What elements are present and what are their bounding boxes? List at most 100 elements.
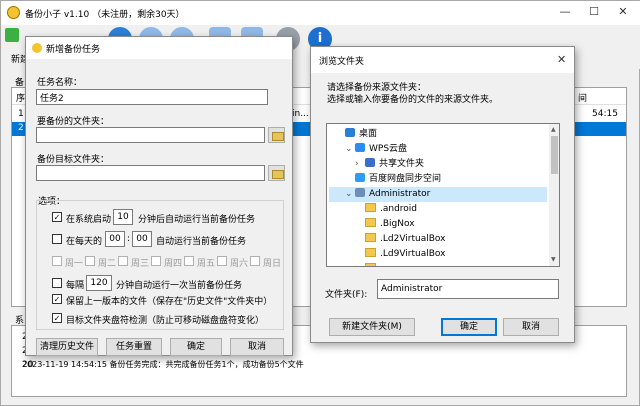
daily-checkbox[interactable]: [52, 234, 62, 244]
clear-history-button[interactable]: 清理历史文件: [36, 338, 98, 356]
minimize-icon[interactable]: —: [557, 5, 573, 19]
source-folder-label: 要备份的文件夹：: [37, 117, 110, 127]
tree-item[interactable]: .android: [329, 202, 547, 217]
tree-item-label: .ssm: [380, 264, 401, 266]
tree-item[interactable]: ⌄ WPS云盘: [329, 142, 547, 157]
tree-item[interactable]: ⌄ Administrator: [329, 187, 547, 202]
table-row-path[interactable]: in...: [292, 109, 309, 119]
daily-time-sep: :: [127, 234, 131, 244]
task-ok-button[interactable]: 确定: [170, 338, 222, 356]
folder-path-input[interactable]: [377, 279, 559, 299]
main-titlebar: 备份小子 v1.10 （未注册，剩余30天） — ☐ ✕: [1, 1, 640, 25]
tree-item-label: .Ld2VirtualBox: [380, 234, 446, 244]
weekday-checkbox[interactable]: [250, 256, 260, 266]
task-cancel-button[interactable]: 取消: [230, 338, 284, 356]
maximize-icon[interactable]: ☐: [586, 5, 602, 19]
weekday-checkbox[interactable]: [184, 256, 194, 266]
target-folder-input[interactable]: [36, 165, 265, 181]
tree-item-label: .BigNox: [380, 219, 415, 229]
dialog-app-icon: [32, 43, 42, 53]
daily-minute-input[interactable]: [132, 231, 152, 247]
daily-label-post: 自动运行当前备份任务: [156, 237, 247, 247]
weekday-checkbox[interactable]: [217, 256, 227, 266]
task-name-input[interactable]: [36, 89, 268, 105]
tree-item-label: .Ld9VirtualBox: [380, 249, 446, 259]
new-folder-button[interactable]: 新建文件夹(M): [329, 318, 415, 336]
target-browse-folder-icon[interactable]: [268, 165, 285, 181]
browse-folder-dialog: 浏览文件夹 ✕ 请选择备份来源文件夹： 选择或输入你要备份的文件的来源文件夹。 …: [310, 46, 575, 343]
weekday-label: 周日: [263, 259, 282, 269]
folder-icon: [365, 233, 376, 242]
folder-icon: [365, 218, 376, 227]
tree-item[interactable]: .Ld9VirtualBox: [329, 247, 547, 262]
drive-check-checkbox[interactable]: ✓: [52, 313, 62, 323]
scroll-down-icon[interactable]: ▼: [551, 256, 556, 263]
cloud-icon: [355, 143, 365, 152]
task-name-label: 任务名称：: [37, 78, 83, 88]
tree-item-label: .android: [380, 204, 418, 214]
tree-item[interactable]: .Ld2VirtualBox: [329, 232, 547, 247]
browse-instruction-2: 选择或输入你要备份的文件的来源文件夹。: [327, 95, 499, 105]
interval-label-pre: 每隔: [66, 281, 85, 291]
folder-field-label: 文件夹(F):: [325, 290, 368, 300]
table-row-time[interactable]: 54:15: [592, 109, 618, 119]
weekday-checkbox[interactable]: [85, 256, 95, 266]
expand-chevron-icon[interactable]: ›: [355, 157, 365, 172]
new-task-dialog: 新增备份任务 任务名称： 要备份的文件夹： 备份目标文件夹： 选项： ✓ 在系统…: [25, 36, 293, 356]
weekday-label: 周四: [164, 259, 183, 269]
drive-check-label: 目标文件夹盘符检测（防止可移动磁盘盘符变化）: [66, 316, 265, 326]
new-task-dialog-title: 新增备份任务: [46, 45, 101, 55]
user-icon: [355, 188, 365, 197]
tree-item-label: 百度网盘同步空间: [369, 174, 442, 184]
task-reset-button[interactable]: 任务重置: [106, 338, 162, 356]
tree-item-label: 共享文件夹: [379, 159, 425, 169]
folder-tree[interactable]: 桌面 ⌄ WPS云盘 › 共享文件夹 百度网盘同步空间 ⌄ Administrator .and…: [326, 123, 560, 267]
browse-dialog-titlebar: 浏览文件夹 ✕: [311, 47, 574, 73]
keep-old-label: 保留上一版本的文件（保存在"历史文件"文件夹中）: [66, 297, 273, 307]
expand-chevron-icon[interactable]: ⌄: [345, 142, 355, 157]
startup-label-post: 分钟后自动运行当前备份任务: [138, 215, 256, 225]
weekday-label: 周三: [131, 259, 150, 269]
weekday-checkbox[interactable]: [118, 256, 128, 266]
tree-item-label: WPS云盘: [369, 144, 408, 154]
tree-item[interactable]: 桌面: [329, 127, 547, 142]
interval-minutes-input[interactable]: [86, 275, 112, 291]
source-folder-input[interactable]: [36, 127, 265, 143]
expand-chevron-icon[interactable]: ⌄: [345, 187, 355, 202]
daily-hour-input[interactable]: [105, 231, 125, 247]
startup-minutes-input[interactable]: [113, 209, 133, 225]
new-task-dialog-titlebar: 新增备份任务: [26, 37, 292, 59]
main-title: 备份小子 v1.10 （未注册，剩余30天）: [25, 10, 185, 20]
tree-item[interactable]: 百度网盘同步空间: [329, 172, 547, 187]
folder-icon: [365, 263, 376, 266]
close-icon[interactable]: ✕: [557, 53, 566, 66]
list-col-time: 间: [578, 94, 588, 104]
browse-cancel-button[interactable]: 取消: [503, 318, 559, 336]
weekday-checkbox[interactable]: [52, 256, 62, 266]
weekday-label: 周二: [98, 259, 117, 269]
close-icon[interactable]: ✕: [615, 5, 631, 19]
browse-dialog-title: 浏览文件夹: [319, 57, 365, 67]
tree-item[interactable]: .ssm: [329, 262, 547, 266]
scroll-thumb[interactable]: [551, 136, 558, 174]
weekday-checkbox[interactable]: [151, 256, 161, 266]
target-folder-label: 备份目标文件夹：: [37, 155, 110, 165]
table-row-num[interactable]: 1: [18, 109, 24, 119]
browse-ok-button[interactable]: 确定: [441, 318, 497, 336]
startup-checkbox[interactable]: ✓: [52, 212, 62, 222]
interval-checkbox[interactable]: [52, 278, 62, 288]
desktop-icon: [345, 128, 355, 137]
sync-icon: [355, 173, 365, 182]
share-icon: [365, 158, 375, 167]
keep-old-checkbox[interactable]: ✓: [52, 294, 62, 304]
source-browse-folder-icon[interactable]: [268, 127, 285, 143]
folder-icon: [365, 203, 376, 212]
tree-scrollbar[interactable]: ▲ ▼: [549, 124, 559, 266]
app-logo-icon: [7, 6, 20, 19]
tree-item[interactable]: › 共享文件夹: [329, 157, 547, 172]
tree-item[interactable]: .BigNox: [329, 217, 547, 232]
weekday-label: 周一: [65, 259, 84, 269]
new-task-icon[interactable]: [5, 28, 19, 42]
table-row-num[interactable]: 2: [18, 123, 24, 133]
scroll-up-icon[interactable]: ▲: [551, 126, 556, 133]
